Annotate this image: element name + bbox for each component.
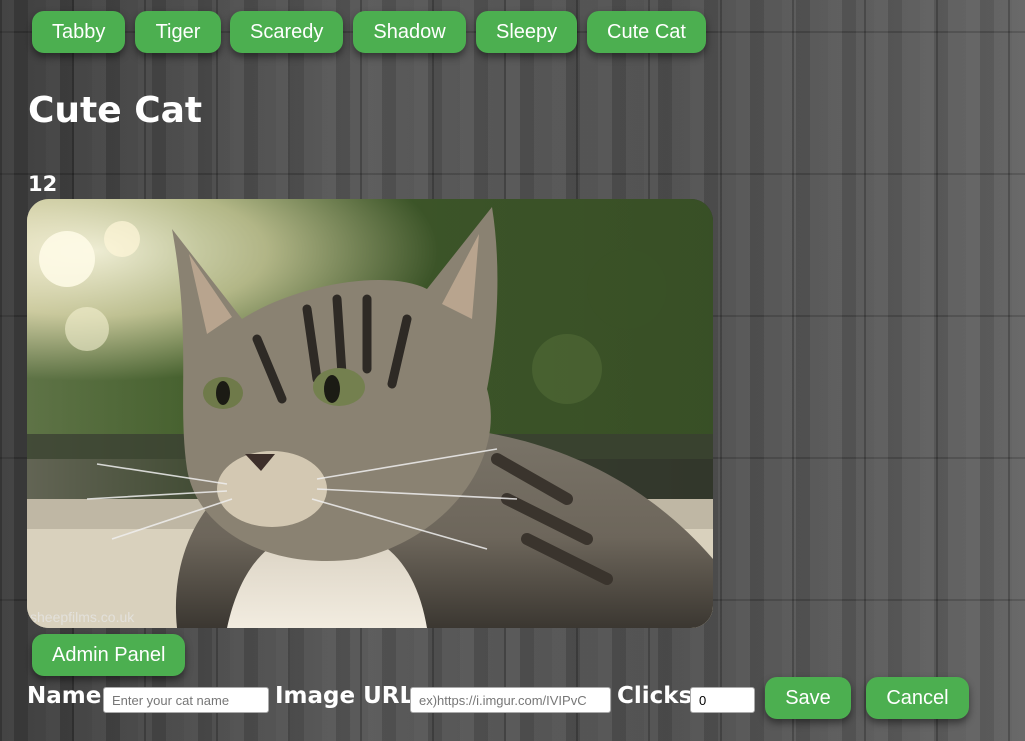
cat-button-cute-cat[interactable]: Cute Cat: [587, 11, 706, 53]
cat-button-scaredy[interactable]: Scaredy: [230, 11, 343, 53]
click-count: 12: [28, 172, 58, 196]
clicks-label: Clicks: [617, 683, 693, 709]
cat-button-tabby[interactable]: Tabby: [32, 11, 125, 53]
image-url-label: Image URL: [275, 683, 415, 709]
image-url-input[interactable]: [410, 687, 611, 713]
name-label: Name: [27, 683, 102, 709]
cancel-button[interactable]: Cancel: [866, 677, 969, 719]
cat-button-sleepy[interactable]: Sleepy: [476, 11, 577, 53]
admin-panel-button[interactable]: Admin Panel: [32, 634, 185, 676]
save-button[interactable]: Save: [765, 677, 851, 719]
cat-photo: [27, 199, 713, 628]
cat-button-tiger[interactable]: Tiger: [135, 11, 221, 53]
cat-button-shadow[interactable]: Shadow: [353, 11, 466, 53]
image-watermark: sheepfilms.co.uk: [30, 609, 135, 625]
cat-image[interactable]: sheepfilms.co.uk: [27, 199, 713, 628]
cat-name-heading: Cute Cat: [28, 90, 203, 131]
cat-name-input[interactable]: [103, 687, 269, 713]
clicks-input[interactable]: [690, 687, 755, 713]
